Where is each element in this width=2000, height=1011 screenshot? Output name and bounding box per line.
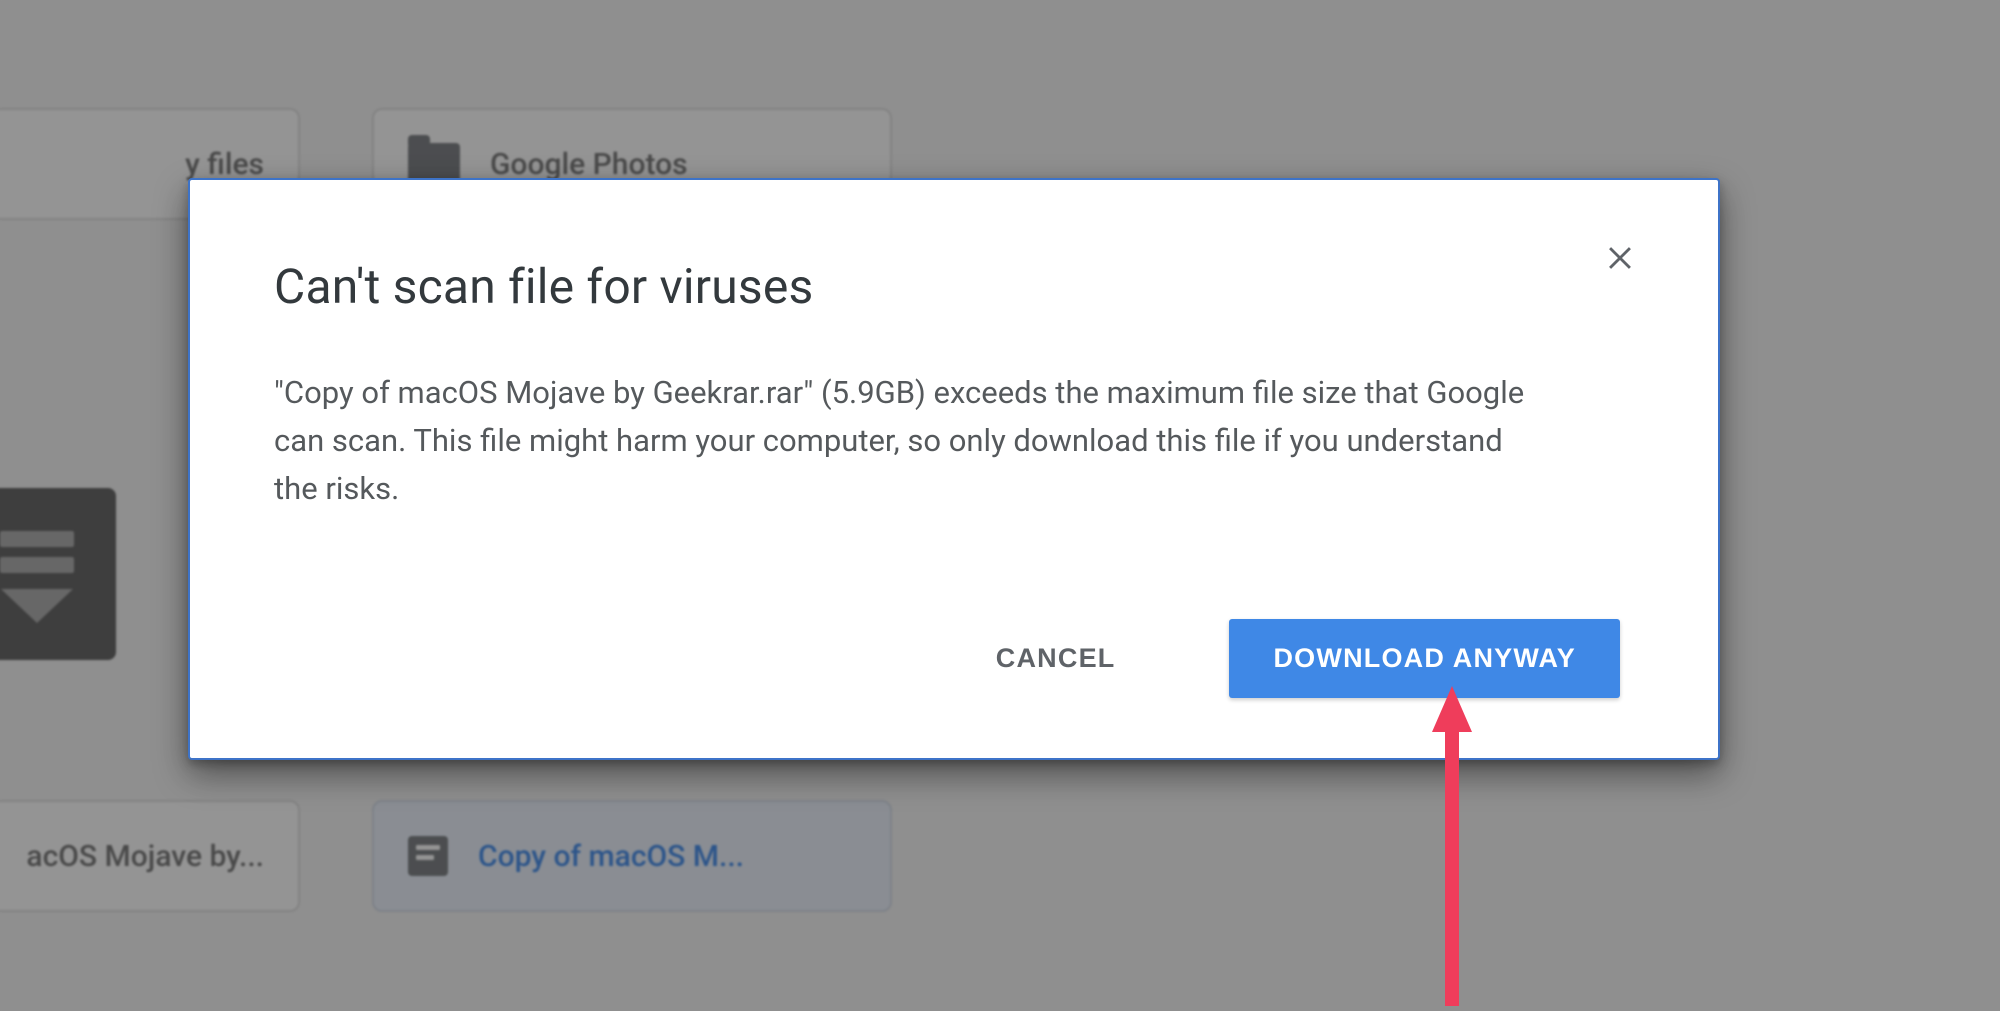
close-button[interactable]	[1592, 228, 1648, 284]
dialog-body: "Copy of macOS Mojave by Geekrar.rar" (5…	[274, 369, 1534, 513]
dialog-actions: CANCEL DOWNLOAD ANYWAY	[274, 619, 1624, 698]
virus-scan-dialog: Can't scan file for viruses "Copy of mac…	[188, 178, 1720, 760]
dialog-title: Can't scan file for viruses	[274, 258, 1624, 315]
cancel-button[interactable]: CANCEL	[952, 619, 1160, 698]
download-anyway-button[interactable]: DOWNLOAD ANYWAY	[1229, 619, 1620, 698]
close-icon	[1603, 239, 1637, 273]
